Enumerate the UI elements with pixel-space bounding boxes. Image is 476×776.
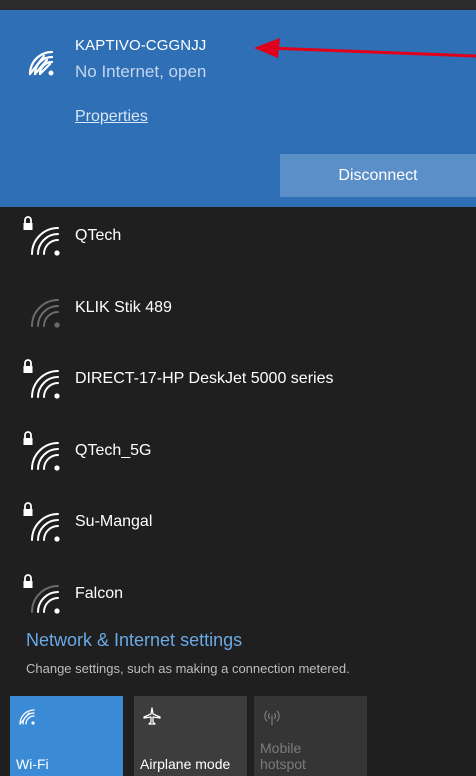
wifi-tile-label: Wi-Fi bbox=[16, 756, 49, 772]
mobile-hotspot-label-line1: Mobile bbox=[260, 740, 302, 756]
lock-icon bbox=[23, 502, 33, 516]
top-strip bbox=[0, 0, 476, 10]
network-settings-description: Change settings, such as making a connec… bbox=[26, 661, 350, 676]
connected-network[interactable]: KAPTIVO-CGGNJJ No Internet, open Propert… bbox=[0, 10, 476, 207]
network-settings-link[interactable]: Network & Internet settings bbox=[26, 630, 242, 651]
network-list-item[interactable]: Su-Mangal bbox=[0, 492, 476, 552]
connected-network-name: KAPTIVO-CGGNJJ bbox=[75, 37, 207, 54]
connected-network-status: No Internet, open bbox=[75, 62, 207, 81]
hotspot-icon bbox=[264, 710, 280, 726]
lock-icon bbox=[23, 573, 33, 588]
mobile-hotspot-tile-label: Mobile hotspot bbox=[260, 740, 306, 772]
network-list-item[interactable]: QTech bbox=[0, 206, 476, 266]
airplane-mode-tile-label: Airplane mode bbox=[140, 756, 231, 772]
mobile-hotspot-tile[interactable]: Mobile hotspot bbox=[254, 696, 367, 776]
properties-link[interactable]: Properties bbox=[75, 108, 148, 126]
network-flyout: KAPTIVO-CGGNJJ No Internet, open Propert… bbox=[0, 0, 476, 776]
secured-wifi-icon bbox=[20, 429, 64, 473]
wifi-icon bbox=[20, 286, 64, 330]
lock-icon bbox=[23, 359, 33, 373]
wifi-tile[interactable]: Wi-Fi bbox=[10, 696, 123, 776]
disconnect-button[interactable]: Disconnect bbox=[280, 154, 476, 197]
secured-wifi-icon bbox=[20, 214, 64, 258]
network-name: QTech_5G bbox=[75, 441, 152, 459]
network-name: Su-Mangal bbox=[75, 513, 153, 530]
lock-icon bbox=[23, 216, 33, 230]
airplane-icon bbox=[143, 707, 161, 725]
wifi-icon bbox=[19, 709, 35, 725]
network-list-item[interactable]: KLIK Stik 489 bbox=[0, 278, 476, 338]
secured-wifi-icon bbox=[20, 357, 64, 401]
network-name: QTech bbox=[75, 227, 122, 244]
network-name: DIRECT-17-HP DeskJet 5000 series bbox=[75, 370, 334, 387]
secured-wifi-icon bbox=[20, 500, 64, 544]
wifi-icon bbox=[28, 50, 54, 76]
secured-wifi-icon bbox=[20, 572, 64, 616]
network-name: KLIK Stik 489 bbox=[75, 298, 172, 316]
lock-icon bbox=[23, 430, 33, 445]
network-list-item[interactable]: Falcon bbox=[0, 564, 476, 624]
network-list-item[interactable]: DIRECT-17-HP DeskJet 5000 series bbox=[0, 349, 476, 409]
airplane-mode-tile[interactable]: Airplane mode bbox=[134, 696, 247, 776]
network-name: Falcon bbox=[75, 584, 124, 602]
network-list-item[interactable]: QTech_5G bbox=[0, 421, 476, 481]
mobile-hotspot-label-line2: hotspot bbox=[260, 756, 306, 772]
